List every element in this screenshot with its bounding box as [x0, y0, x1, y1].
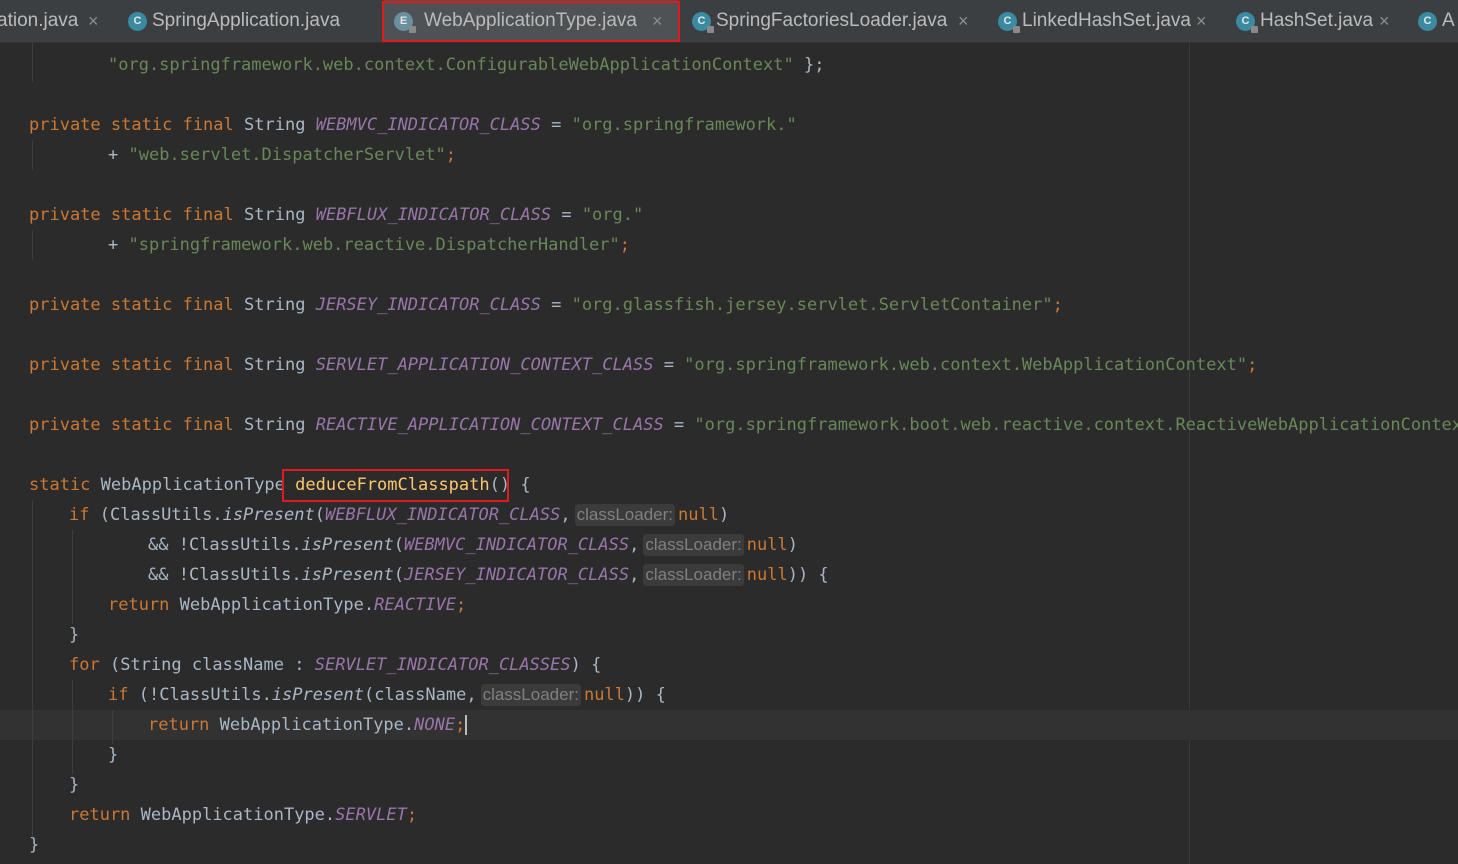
indent-guide — [112, 710, 113, 744]
tab-label: SpringApplication.java — [152, 0, 340, 42]
class-icon: C — [128, 12, 147, 31]
code-line: } — [69, 620, 79, 650]
code-line: private static final String SERVLET_APPL… — [29, 350, 1257, 380]
code-line: "org.springframework.web.context.Configu… — [108, 50, 824, 80]
code-line: if (ClassUtils.isPresent(WEBFLUX_INDICAT… — [69, 500, 729, 530]
parameter-hint: classLoader: — [481, 684, 581, 706]
code-line: && !ClassUtils.isPresent(JERSEY_INDICATO… — [148, 560, 829, 590]
code-line: private static final String JERSEY_INDIC… — [29, 290, 1063, 320]
tab-highlight-box — [382, 1, 680, 42]
editor-tab-bar: ation.java × C SpringApplication.java E … — [0, 0, 1458, 43]
tab-label: SpringFactoriesLoader.java — [716, 0, 947, 42]
method-highlight-box — [282, 469, 509, 502]
code-line: } — [69, 770, 79, 800]
code-line: && !ClassUtils.isPresent(WEBMVC_INDICATO… — [148, 530, 798, 560]
code-line: private static final String WEBFLUX_INDI… — [29, 200, 643, 230]
code-line: return WebApplicationType.REACTIVE; — [108, 590, 466, 620]
code-line: return WebApplicationType.SERVLET; — [69, 800, 417, 830]
right-margin-guide — [1189, 42, 1190, 864]
code-line: private static final String WEBMVC_INDIC… — [29, 110, 797, 140]
code-line: + "web.servlet.DispatcherServlet"; — [108, 140, 456, 170]
tab-application[interactable]: ation.java × — [0, 0, 112, 42]
tab-hash-set[interactable]: C HashSet.java × — [1226, 0, 1406, 42]
class-icon: C — [692, 12, 711, 31]
class-icon: C — [1236, 12, 1255, 31]
tab-label: ation.java — [0, 0, 78, 42]
code-line: if (!ClassUtils.isPresent(className,clas… — [108, 680, 666, 710]
tab-label: LinkedHashSet.java — [1022, 0, 1191, 42]
tab-linked-hash-set[interactable]: C LinkedHashSet.java × — [988, 0, 1220, 42]
close-icon[interactable]: × — [1196, 0, 1207, 42]
parameter-hint: classLoader: — [643, 534, 743, 556]
indent-guide — [32, 230, 33, 260]
tab-label: HashSet.java — [1260, 0, 1373, 42]
tab-label: A — [1442, 0, 1455, 42]
indent-guide — [32, 140, 33, 170]
close-icon[interactable]: × — [1379, 0, 1390, 42]
indent-guide — [72, 530, 73, 624]
text-caret — [465, 715, 467, 735]
code-line: return WebApplicationType.NONE; — [148, 710, 467, 740]
tab-spring-factories-loader[interactable]: C SpringFactoriesLoader.java × — [682, 0, 982, 42]
code-line: + "springframework.web.reactive.Dispatch… — [108, 230, 630, 260]
tab-spring-application[interactable]: C SpringApplication.java — [118, 0, 380, 42]
tab-overflow[interactable]: C A — [1410, 0, 1458, 42]
class-icon: C — [1418, 12, 1437, 31]
parameter-hint: classLoader: — [575, 504, 675, 526]
parameter-hint: classLoader: — [643, 564, 743, 586]
close-icon[interactable]: × — [88, 0, 99, 42]
code-line: private static final String REACTIVE_APP… — [29, 410, 1458, 440]
indent-guide — [32, 500, 33, 836]
indent-guide — [32, 42, 33, 82]
code-line: for (String className : SERVLET_INDICATO… — [69, 650, 601, 680]
indent-guide — [72, 680, 73, 774]
class-icon: C — [998, 12, 1017, 31]
code-line: } — [108, 740, 118, 770]
code-line: } — [29, 830, 39, 860]
close-icon[interactable]: × — [958, 0, 969, 42]
